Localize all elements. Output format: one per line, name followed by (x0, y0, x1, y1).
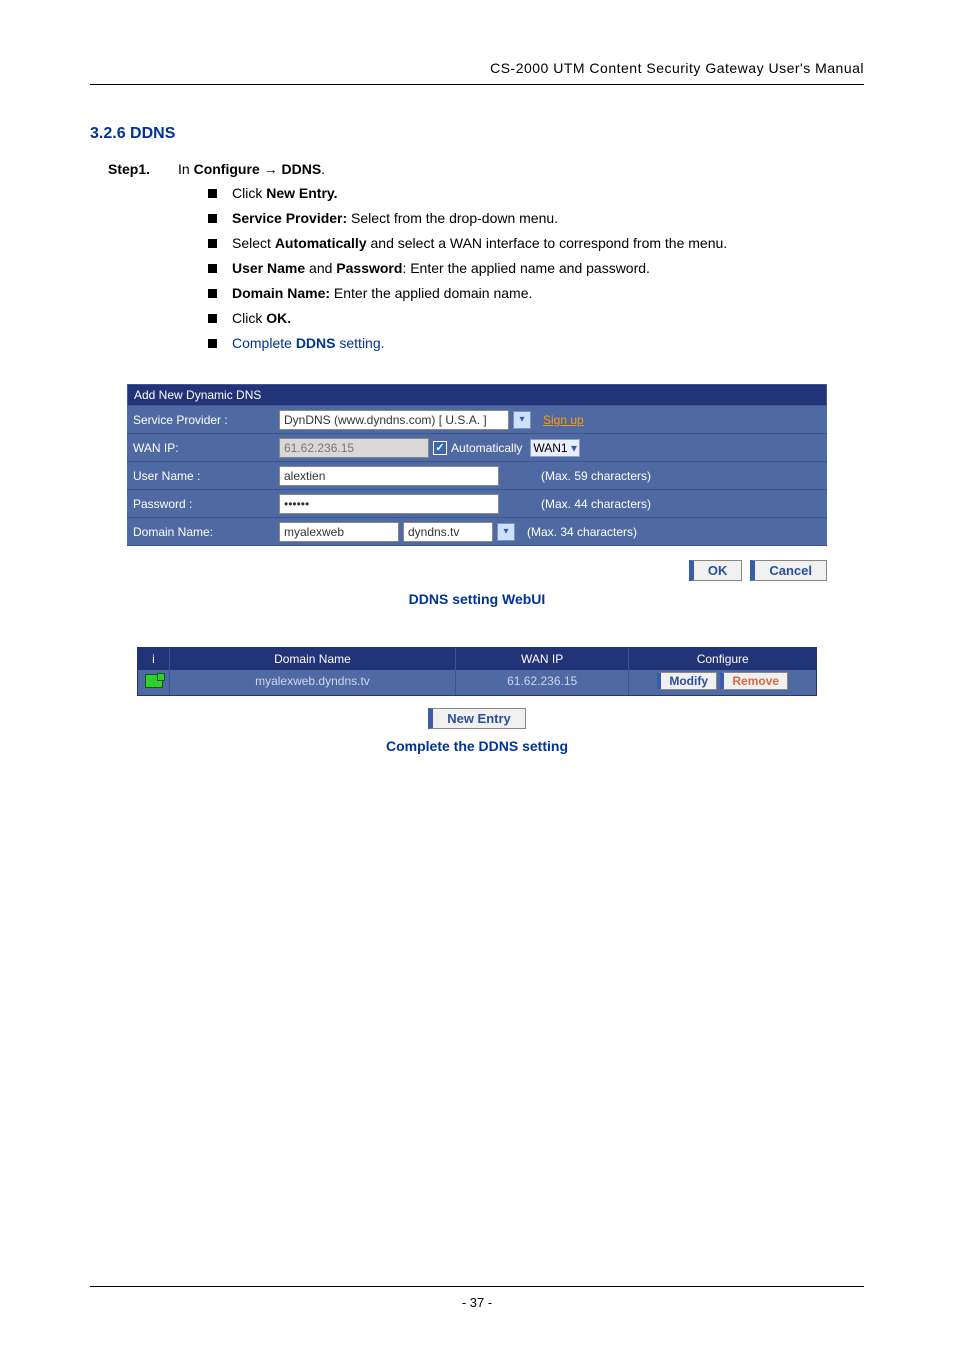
page-number: - 37 - (462, 1295, 492, 1310)
password-hint: (Max. 44 characters) (541, 497, 651, 511)
new-entry-row: New Entry (90, 710, 864, 728)
label-service-provider: Service Provider : (127, 409, 275, 431)
step-arrow: → (260, 161, 282, 177)
col-domain: Domain Name (170, 648, 456, 670)
cell-wanip: 61.62.236.15 (456, 670, 630, 695)
bullet-new-entry: Click New Entry. (208, 183, 864, 204)
cell-domain: myalexweb.dyndns.tv (170, 670, 456, 695)
bullet-complete: Complete DDNS setting. (208, 333, 864, 354)
label-wan-ip: WAN IP: (127, 437, 275, 459)
col-wanip: WAN IP (456, 648, 630, 670)
auto-label: Automatically (451, 441, 522, 455)
username-hint: (Max. 59 characters) (541, 469, 651, 483)
cancel-button[interactable]: Cancel (750, 560, 827, 581)
step-intro: Step1. In Configure → DDNS. (108, 161, 864, 177)
domain-suffix-select[interactable]: dyndns.tv (403, 522, 493, 542)
row-password: Password : •••••• (Max. 44 characters) (127, 490, 827, 518)
b5-bold: Domain Name: (232, 285, 330, 301)
section-heading: 3.2.6 DDNS (90, 125, 864, 143)
bullet-domain-name: Domain Name: Enter the applied domain na… (208, 283, 864, 304)
cell-config: Modify Remove (629, 670, 816, 695)
step-bold-configure: Configure (194, 161, 260, 177)
chevron-down-icon[interactable]: ▾ (497, 523, 515, 541)
step-label: Step1. (108, 161, 150, 177)
bullet-service-provider: Service Provider: Select from the drop-d… (208, 208, 864, 229)
label-domain: Domain Name: (127, 521, 275, 543)
page-header: CS-2000 UTM Content Security Gateway Use… (90, 60, 864, 85)
password-input[interactable]: •••••• (279, 494, 499, 514)
b3-suffix: and select a WAN interface to correspond… (367, 235, 728, 251)
b4-bold2: Password (336, 260, 402, 276)
b4-mid: and (305, 260, 336, 276)
b1-prefix: Click (232, 185, 266, 201)
modify-button[interactable]: Modify (657, 672, 717, 690)
wan-interface-select[interactable]: WAN1 ▾ (530, 439, 580, 457)
b2-bold: Service Provider: (232, 210, 347, 226)
step-suffix: . (321, 161, 325, 177)
b4-suffix: : Enter the applied name and password. (402, 260, 650, 276)
form-title: Add New Dynamic DNS (127, 384, 827, 406)
domain-hint: (Max. 34 characters) (527, 525, 637, 539)
b3-bold: Automatically (275, 235, 367, 251)
auto-checkbox[interactable]: ✓ (433, 441, 447, 455)
b7-suffix: setting. (335, 335, 384, 351)
step-bold-ddns: DDNS (281, 161, 321, 177)
wan-option: WAN1 (533, 441, 567, 455)
b7-bold: DDNS (296, 335, 336, 351)
form-button-row: OK Cancel (127, 560, 827, 581)
b2-text: Select from the drop-down menu. (347, 210, 558, 226)
b6-bold: OK. (266, 310, 291, 326)
table-row: myalexweb.dyndns.tv 61.62.236.15 Modify … (138, 670, 816, 695)
b7-prefix: Complete (232, 335, 296, 351)
table-header-row: i Domain Name WAN IP Configure (138, 648, 816, 670)
label-password: Password : (127, 493, 275, 515)
row-username: User Name : alextien (Max. 59 characters… (127, 462, 827, 490)
status-cell (138, 670, 170, 695)
label-username: User Name : (127, 465, 275, 487)
domain-input[interactable]: myalexweb (279, 522, 399, 542)
new-entry-button[interactable]: New Entry (428, 708, 526, 729)
add-ddns-form: Add New Dynamic DNS Service Provider : D… (127, 384, 827, 546)
row-wan-ip: WAN IP: 61.62.236.15 ✓ Automatically WAN… (127, 434, 827, 462)
b4-bold1: User Name (232, 260, 305, 276)
b1-bold: New Entry. (266, 185, 337, 201)
b6-prefix: Click (232, 310, 266, 326)
row-domain: Domain Name: myalexweb dyndns.tv ▾ (Max.… (127, 518, 827, 546)
figure2-caption: Complete the DDNS setting (90, 738, 864, 754)
page-footer: - 37 - (90, 1286, 864, 1310)
col-i: i (138, 648, 170, 670)
row-service-provider: Service Provider : DynDNS (www.dyndns.co… (127, 406, 827, 434)
ddns-result-table: i Domain Name WAN IP Configure myalexweb… (137, 647, 817, 696)
service-provider-select[interactable]: DynDNS (www.dyndns.com) [ U.S.A. ] (279, 410, 509, 430)
bullet-click-ok: Click OK. (208, 308, 864, 329)
username-input[interactable]: alextien (279, 466, 499, 486)
figure1-caption: DDNS setting WebUI (90, 591, 864, 607)
chevron-down-icon[interactable]: ▾ (513, 411, 531, 429)
col-config: Configure (629, 648, 816, 670)
wan-ip-input: 61.62.236.15 (279, 438, 429, 458)
signup-link[interactable]: Sign up (543, 413, 584, 427)
status-connected-icon (145, 674, 163, 688)
step-bullets: Click New Entry. Service Provider: Selec… (208, 183, 864, 354)
bullet-user-pass: User Name and Password: Enter the applie… (208, 258, 864, 279)
chevron-down-icon: ▾ (571, 441, 577, 455)
b3-prefix: Select (232, 235, 275, 251)
bullet-automatically: Select Automatically and select a WAN in… (208, 233, 864, 254)
remove-button[interactable]: Remove (720, 672, 788, 690)
ok-button[interactable]: OK (689, 560, 743, 581)
step-text-prefix: In (178, 161, 194, 177)
b5-text: Enter the applied domain name. (330, 285, 532, 301)
